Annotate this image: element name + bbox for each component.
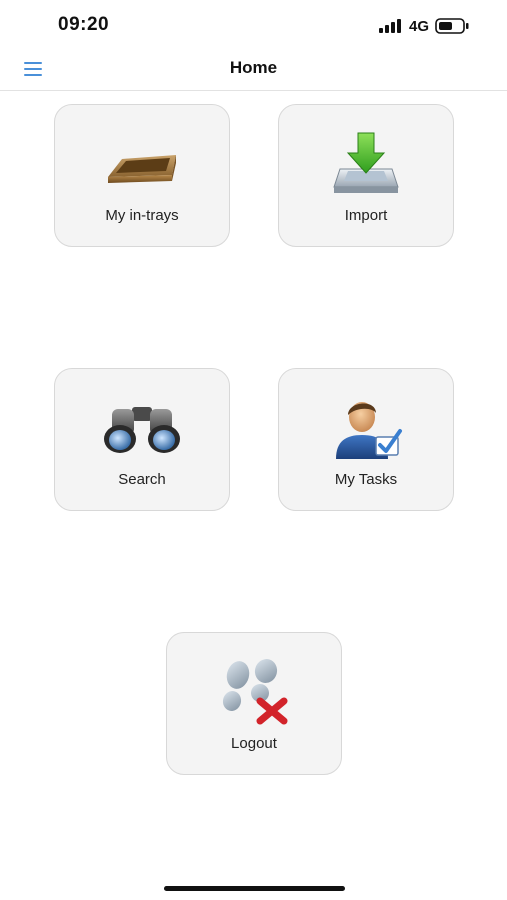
- my-in-trays-button[interactable]: My in-trays: [54, 104, 230, 247]
- import-icon: [333, 132, 399, 193]
- footprints-logout-icon: [222, 659, 288, 725]
- search-button[interactable]: Search: [54, 368, 230, 511]
- signal-bars-icon: [378, 19, 401, 33]
- network-type: 4G: [408, 17, 429, 35]
- page-title: Home: [229, 58, 278, 77]
- tile-label: Search: [118, 471, 166, 488]
- nav-bar: Home: [0, 50, 507, 91]
- tile-label: My in-trays: [105, 207, 179, 224]
- status-time: 09:20: [58, 14, 110, 35]
- tile-label: My Tasks: [334, 471, 398, 488]
- user-check-icon: [336, 402, 402, 459]
- tile-label: Import: [344, 207, 388, 224]
- status-indicators: 4G: [378, 16, 469, 36]
- battery-icon: [435, 18, 469, 34]
- logout-button[interactable]: Logout: [166, 632, 342, 775]
- import-button[interactable]: Import: [278, 104, 454, 247]
- in-tray-icon: [108, 155, 176, 183]
- home-indicator: [164, 886, 345, 891]
- status-bar: 09:20 4G: [0, 0, 507, 50]
- binoculars-icon: [104, 407, 180, 453]
- tile-label: Logout: [231, 735, 277, 752]
- my-tasks-button[interactable]: My Tasks: [278, 368, 454, 511]
